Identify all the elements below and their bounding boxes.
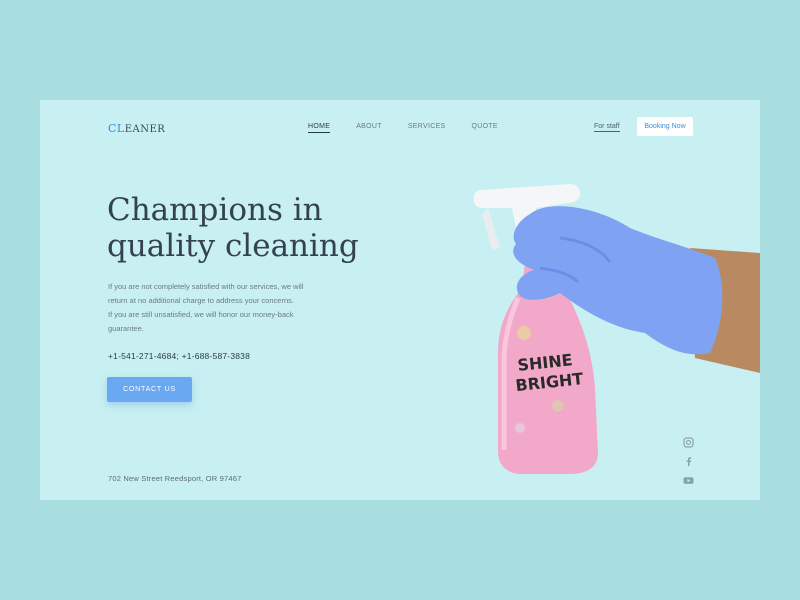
landing-card: CLEANER HOME ABOUT SERVICES QUOTE For st… <box>40 100 760 500</box>
logo-prefix: CL <box>108 122 125 135</box>
nav-services[interactable]: SERVICES <box>408 123 446 133</box>
instagram-icon[interactable] <box>683 435 694 448</box>
spray-bottle-image: SHINE BRIGHT <box>473 184 760 474</box>
booking-button[interactable]: Booking Now <box>637 117 693 136</box>
youtube-icon[interactable] <box>683 473 694 484</box>
contact-us-button[interactable]: CONTACT US <box>107 377 192 402</box>
logo[interactable]: CLEANER <box>108 122 165 135</box>
hero-headline: Champions in quality cleaning <box>107 192 397 264</box>
nav-quote[interactable]: QUOTE <box>472 123 498 133</box>
staff-link[interactable]: For staff <box>594 123 620 132</box>
headline-line-2: quality cleaning <box>107 228 359 264</box>
address: 702 New Street Reedsport, OR 97467 <box>108 474 242 483</box>
description-line-3: If you are still unsatisfied, we will ho… <box>108 310 294 319</box>
phone-numbers: +1-541-271-4684; +1-688-587-3838 <box>108 351 251 361</box>
description-line-1: If you are not completely satisfied with… <box>108 282 304 291</box>
nav-home[interactable]: HOME <box>308 123 331 133</box>
description-line-4: guarantee. <box>108 324 144 333</box>
social-links <box>683 435 694 484</box>
hero-description: If you are not completely satisfied with… <box>108 280 338 336</box>
nav-about[interactable]: ABOUT <box>356 123 382 133</box>
main-nav: HOME ABOUT SERVICES QUOTE <box>308 123 498 133</box>
headline-line-1: Champions in <box>107 192 323 228</box>
logo-suffix: EANER <box>124 124 166 135</box>
description-line-2: return at no additional charge to addres… <box>108 296 294 305</box>
facebook-icon[interactable] <box>683 454 694 466</box>
